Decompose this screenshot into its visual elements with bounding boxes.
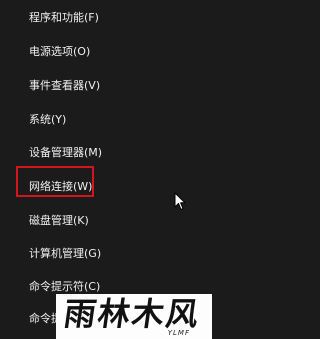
- menu-item-label: 磁盘管理(K): [29, 214, 89, 227]
- mouse-pointer-icon: [174, 192, 186, 210]
- menu-item-label: 电源选项(O): [29, 45, 91, 58]
- context-menu: 程序和功能(F) 电源选项(O) 事件查看器(V) 系统(Y) 设备管理器(M)…: [0, 0, 214, 339]
- menu-item-programs-features[interactable]: 程序和功能(F): [0, 5, 214, 31]
- highlight-annotation: [16, 166, 94, 197]
- watermark-logo: 雨林木风 YLMF: [56, 294, 212, 339]
- watermark-sub-text: YLMF: [167, 329, 190, 337]
- menu-item-computer-management[interactable]: 计算机管理(G): [0, 241, 214, 267]
- menu-item-event-viewer[interactable]: 事件查看器(V): [0, 73, 214, 99]
- menu-item-label: 命令提示符(C): [29, 280, 101, 293]
- watermark-logo-text: 雨林木风: [61, 295, 203, 333]
- menu-item-power-options[interactable]: 电源选项(O): [0, 39, 214, 65]
- menu-item-system[interactable]: 系统(Y): [0, 107, 214, 133]
- menu-item-label: 计算机管理(G): [29, 247, 102, 260]
- menu-item-label: 设备管理器(M): [29, 146, 103, 159]
- menu-item-label: 程序和功能(F): [29, 11, 99, 24]
- menu-item-label: 事件查看器(V): [29, 79, 101, 92]
- menu-item-disk-management[interactable]: 磁盘管理(K): [0, 208, 214, 234]
- menu-item-device-manager[interactable]: 设备管理器(M): [0, 140, 214, 166]
- menu-item-label: 系统(Y): [29, 113, 67, 126]
